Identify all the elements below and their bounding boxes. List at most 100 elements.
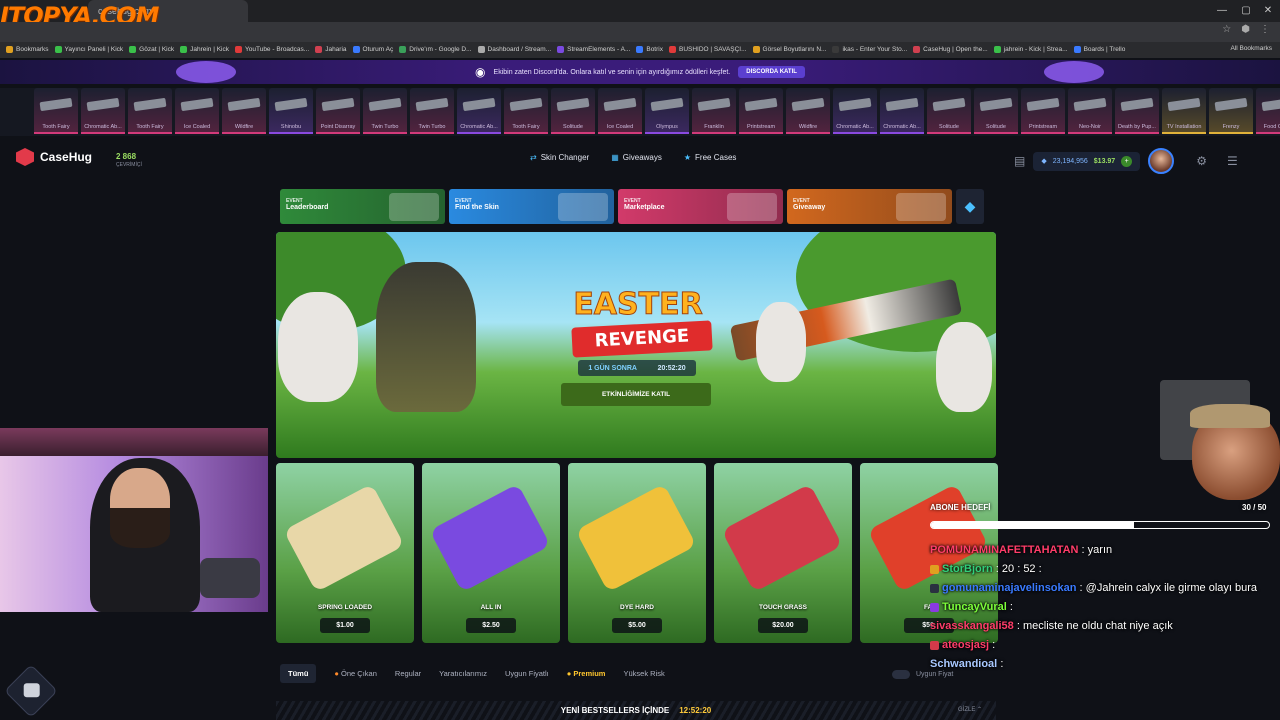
event-tile[interactable]: EVENT Giveaway — [787, 189, 952, 224]
bookmark-item[interactable]: jahrein - Kick | Strea... — [993, 46, 1068, 54]
bookmark-item[interactable]: Boards | Trello — [1073, 46, 1125, 54]
sub-goal-count: 30 / 50 — [1242, 503, 1267, 512]
chevron-up-icon: ⌃ — [977, 707, 983, 713]
gas-mask-soldier — [376, 262, 476, 412]
case-card[interactable]: ALL IN $2.50 — [422, 463, 560, 643]
live-drop-name: Solitude — [939, 124, 959, 130]
filter-tab[interactable]: ● Premium — [567, 669, 606, 678]
filter-label: Uygun Fiyatlı — [504, 669, 549, 678]
filter-tab[interactable]: Yüksek Risk — [623, 669, 664, 678]
discord-join-button[interactable]: DISCORDA KATIL — [738, 66, 805, 78]
add-funds-icon[interactable]: + — [1121, 155, 1133, 167]
bookmark-item[interactable]: Jaharia — [315, 46, 347, 54]
chat-button[interactable] — [4, 664, 58, 718]
live-drop-item[interactable]: Tooth Fairy — [504, 88, 548, 134]
event-tile[interactable]: EVENT Find the Skin — [449, 189, 614, 224]
event-tile[interactable]: EVENT Leaderboard — [280, 189, 445, 224]
bookmark-icon — [752, 46, 760, 54]
live-drop-item[interactable]: Ice Coaled — [175, 88, 219, 134]
live-drop-item[interactable]: Ice Coaled — [598, 88, 642, 134]
filter-tab[interactable]: Yaratıcılarımız — [439, 669, 487, 678]
bookmark-item[interactable]: Dashboard / Stream... — [477, 46, 551, 54]
live-drop-item[interactable]: Chromatic Ab... — [880, 88, 924, 134]
live-drop-item[interactable]: Tooth Fairy — [128, 88, 172, 134]
live-drop-item[interactable]: Solitude — [551, 88, 595, 134]
weapon-skin-image — [180, 97, 214, 112]
casehug-logo[interactable]: CaseHug — [16, 148, 92, 166]
live-drop-item[interactable]: Twin Turbo — [363, 88, 407, 134]
bookmark-item[interactable]: BUSHIDO | SAVAŞÇI... — [668, 46, 747, 54]
settings-icon[interactable]: ⚙ — [1196, 154, 1207, 168]
case-card[interactable]: TOUCH GRASS $20.00 — [714, 463, 852, 643]
live-drop-item[interactable]: Olympus — [645, 88, 689, 134]
url-bar[interactable] — [0, 22, 1280, 42]
nav-giveaways[interactable]: ▦ Giveaways — [611, 153, 662, 162]
close-icon[interactable]: ✕ — [1256, 0, 1280, 22]
bookmark-item[interactable]: YouTube - Broadcas... — [235, 46, 309, 54]
live-drop-item[interactable]: Wildfire — [786, 88, 830, 134]
case-card[interactable]: SPRING LOADED $1.00 — [276, 463, 414, 643]
maximize-icon[interactable]: ▢ — [1234, 0, 1258, 22]
case-price: $20.00 — [758, 618, 808, 633]
rarity-bar — [175, 132, 219, 134]
bookmark-item[interactable]: Jahrein | Kick — [180, 46, 229, 54]
live-drop-item[interactable]: Wildfire — [222, 88, 266, 134]
rarity-bar — [81, 132, 125, 134]
chat-text: : 20 : 52 : — [995, 563, 1042, 575]
bookmark-item[interactable]: Oturum Aç — [352, 46, 393, 54]
bookmark-item[interactable]: Gözat | Kick — [129, 46, 174, 54]
nav-free-cases[interactable]: ★ Free Cases — [684, 153, 737, 162]
bookmark-item[interactable]: ikas - Enter Your Sto... — [832, 46, 907, 54]
live-drop-item[interactable]: Printstream — [739, 88, 783, 134]
live-drop-item[interactable]: Chromatic Ab... — [457, 88, 501, 134]
live-drop-item[interactable]: TV Installation — [1162, 88, 1206, 134]
case-card[interactable]: DYE HARD $5.00 — [568, 463, 706, 643]
bookmark-icon — [832, 46, 840, 54]
bookmark-item[interactable]: Drive'ım - Google D... — [399, 46, 472, 54]
bookmark-item[interactable]: Bookmarks — [6, 46, 49, 54]
live-drop-item[interactable]: Point Disarray — [316, 88, 360, 134]
join-event-button[interactable]: ETKİNLİĞİMİZE KATIL — [561, 383, 711, 406]
nav-skin-changer[interactable]: ⇄ Skin Changer — [530, 153, 589, 162]
chat-username: TuncayVural — [942, 601, 1007, 613]
live-drop-item[interactable]: Twin Turbo — [410, 88, 454, 134]
cash-balance: $13.97 — [1093, 157, 1116, 165]
filter-tab[interactable]: ● Öne Çıkan — [334, 669, 376, 678]
balance-box[interactable]: ◆ 23,194,956 $13.97 + — [1033, 151, 1141, 171]
inventory-icon[interactable]: ▤ — [1014, 154, 1025, 168]
live-drop-item[interactable]: Chromatic Ab... — [833, 88, 877, 134]
bookmark-item[interactable]: Botrix — [636, 46, 663, 54]
live-drop-item[interactable]: Frenzy — [1209, 88, 1253, 134]
all-bookmarks[interactable]: All Bookmarks — [1230, 45, 1272, 52]
live-drop-item[interactable]: Food Chain — [1256, 88, 1280, 134]
extension-icon[interactable]: ⬢ — [1241, 24, 1250, 35]
live-drop-item[interactable]: Neo-Noir — [1068, 88, 1112, 134]
bookmark-item[interactable]: StreamElements - A... — [557, 46, 630, 54]
filter-tab[interactable]: Regular — [395, 669, 421, 678]
bookmark-item[interactable]: Görsel Boyutlarını N... — [752, 46, 826, 54]
live-drop-item[interactable]: Printstream — [1021, 88, 1065, 134]
live-drop-item[interactable]: Solitude — [974, 88, 1018, 134]
main-nav: ⇄ Skin Changer ▦ Giveaways ★ Free Cases — [530, 153, 736, 162]
hide-button[interactable]: GİZLE ⌃ — [958, 706, 982, 713]
live-drop-item[interactable]: Solitude — [927, 88, 971, 134]
bookmark-item[interactable]: CaseHug | Open the... — [913, 46, 988, 54]
live-drop-item[interactable]: Chromatic Ab... — [81, 88, 125, 134]
bookmark-item[interactable]: Yayıncı Paneli | Kick — [54, 46, 123, 54]
diamond-icon[interactable]: ◆ — [956, 189, 984, 224]
toggle-switch[interactable] — [892, 670, 910, 679]
star-icon[interactable]: ☆ — [1222, 24, 1231, 35]
menu-icon[interactable]: ⋮ — [1260, 24, 1270, 35]
filter-tab[interactable]: Tümü — [280, 664, 317, 683]
user-avatar[interactable] — [1148, 148, 1175, 174]
event-tile[interactable]: EVENT Marketplace — [618, 189, 783, 224]
filter-tab[interactable]: Uygun Fiyatlı — [505, 669, 549, 678]
case-price: $5.00 — [612, 618, 662, 633]
live-drop-item[interactable]: Tooth Fairy — [34, 88, 78, 134]
live-drop-item[interactable]: Shinobu — [269, 88, 313, 134]
hamburger-menu-icon[interactable]: ☰ — [1227, 154, 1238, 168]
live-drop-item[interactable]: Death by Pup... — [1115, 88, 1159, 134]
live-drop-item[interactable]: Franklin — [692, 88, 736, 134]
chat-username: gomunaminajavelinsokan — [942, 582, 1077, 594]
minimize-icon[interactable]: — — [1210, 0, 1234, 22]
